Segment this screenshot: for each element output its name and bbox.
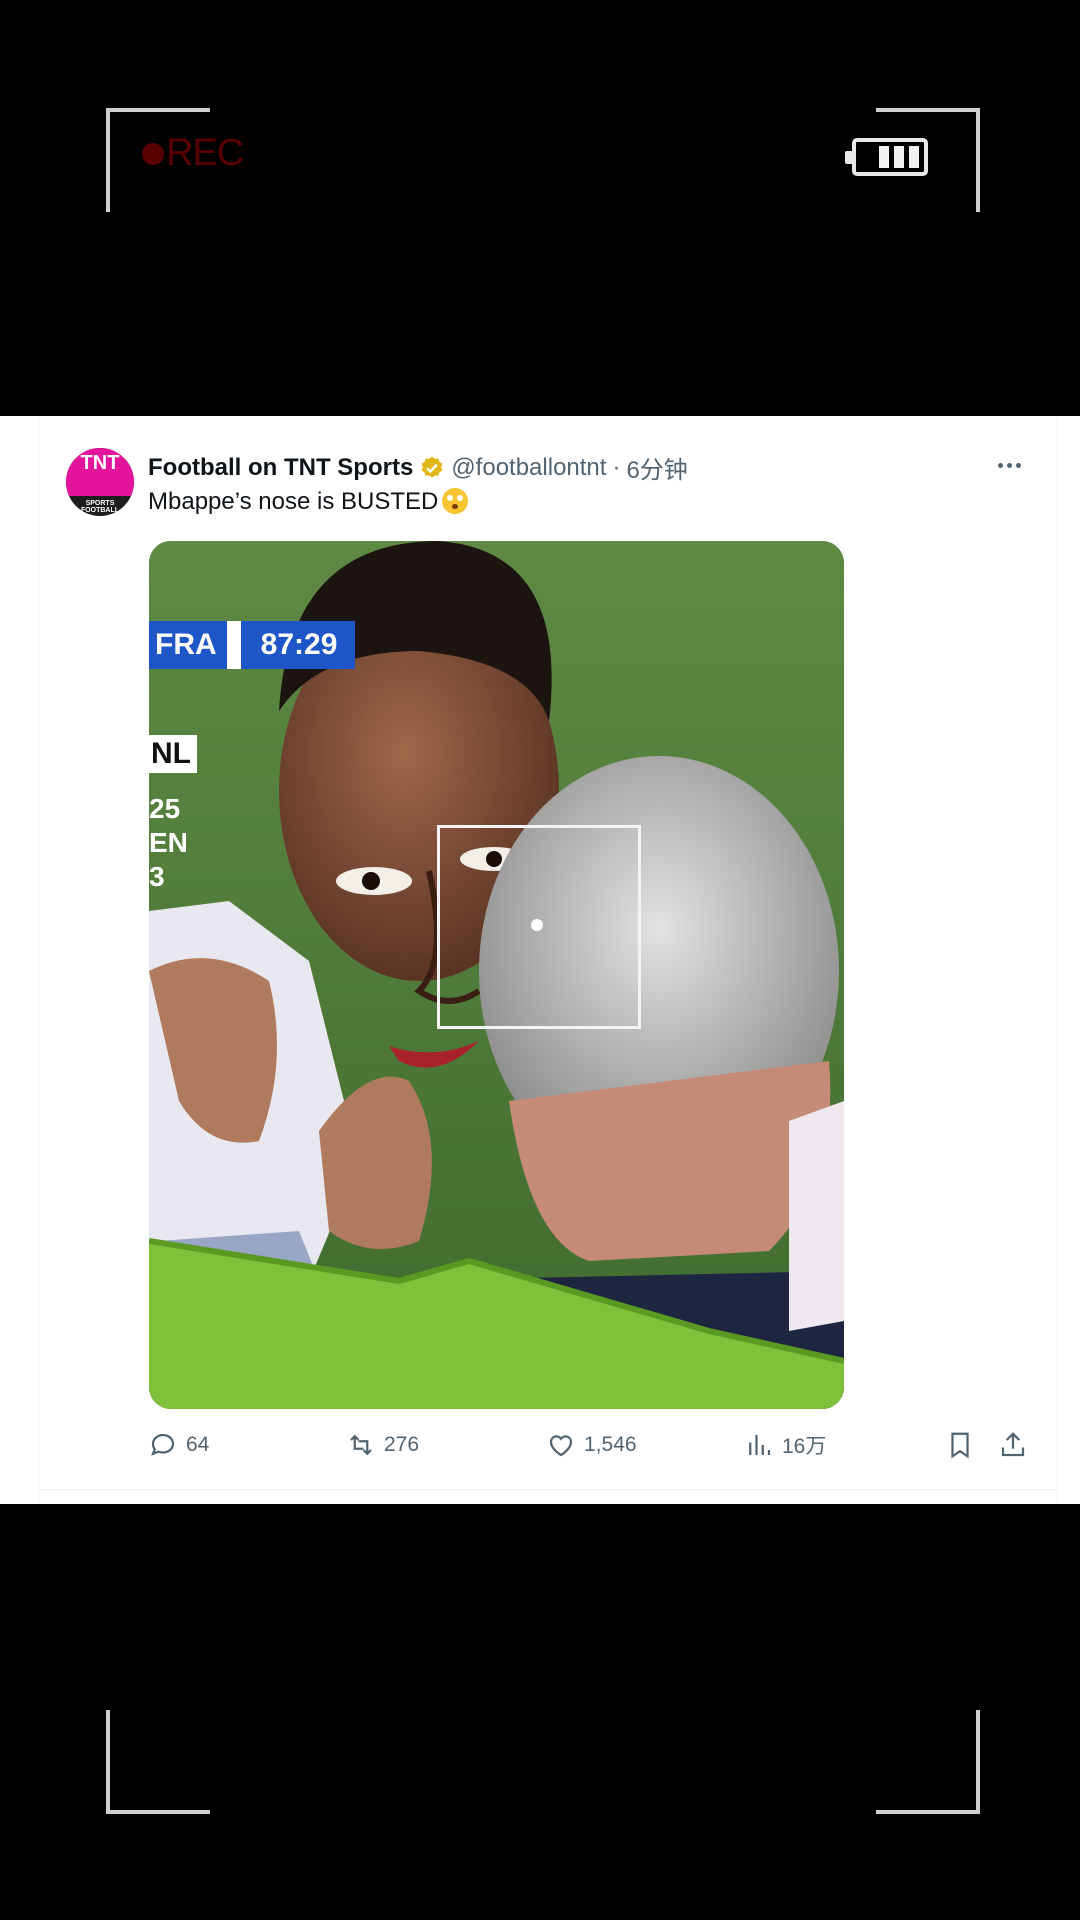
like-count: 1,546	[584, 1433, 637, 1456]
side-label-4: 3	[149, 861, 165, 892]
scorebug-team: FRA	[149, 621, 227, 669]
reply-button[interactable]: 64	[148, 1430, 209, 1460]
share-icon	[1001, 1432, 1025, 1457]
flushed-face-emoji-icon	[442, 488, 469, 514]
avatar-logo-text: TNT	[80, 452, 120, 474]
more-options-icon[interactable]	[998, 455, 1028, 475]
share-button[interactable]	[998, 1430, 1028, 1460]
like-button[interactable]: 1,546	[546, 1430, 637, 1460]
avatar[interactable]: TNT SPORTS FOOTBALL	[66, 448, 134, 516]
retweet-icon	[350, 1434, 372, 1456]
retweet-count: 276	[384, 1433, 420, 1456]
tweet-time[interactable]: 6分钟	[626, 450, 687, 485]
side-label-2: 25	[149, 793, 181, 824]
author-handle[interactable]: @footballontnt	[451, 454, 606, 482]
separator: ·	[612, 453, 621, 481]
scorebug: FRA 87:29	[149, 621, 356, 669]
rec-indicator: REC	[142, 132, 244, 175]
views-chart-icon	[749, 1435, 771, 1455]
side-label-nl: NL	[149, 735, 197, 773]
tweet-text: Mbappe’s nose is BUSTED	[148, 488, 469, 516]
avatar-logo-subtext: SPORTS FOOTBALL	[80, 500, 120, 514]
tweet-header: Football on TNT Sports @footballontnt · …	[148, 450, 688, 485]
side-label-3: EN	[149, 827, 188, 858]
tweet-actions: 64 276 1,546 16万	[148, 1430, 1028, 1470]
author-name[interactable]: Football on TNT Sports	[148, 454, 413, 482]
rec-label: REC	[166, 132, 244, 174]
viewfinder-corner-bottom-right	[876, 1710, 980, 1814]
battery-icon	[845, 138, 928, 176]
verified-badge-icon	[421, 456, 443, 478]
reply-count: 64	[186, 1433, 210, 1456]
retweet-button[interactable]: 276	[346, 1430, 419, 1460]
record-dot-icon	[142, 142, 164, 165]
views-button[interactable]: 16万	[744, 1430, 826, 1460]
view-count: 16万	[782, 1435, 827, 1458]
heart-icon	[549, 1435, 573, 1457]
focus-center-dot	[531, 919, 543, 931]
scorebug-time: 87:29	[240, 621, 356, 669]
tweet-media-image[interactable]: FRA 87:29 NL 25 EN 3	[149, 541, 844, 1409]
viewfinder-corner-bottom-left	[106, 1710, 210, 1814]
reply-icon	[151, 1433, 175, 1456]
bookmark-button[interactable]	[945, 1430, 975, 1460]
bookmark-icon	[951, 1432, 969, 1459]
tweet-text-body: Mbappe’s nose is BUSTED	[148, 488, 439, 515]
